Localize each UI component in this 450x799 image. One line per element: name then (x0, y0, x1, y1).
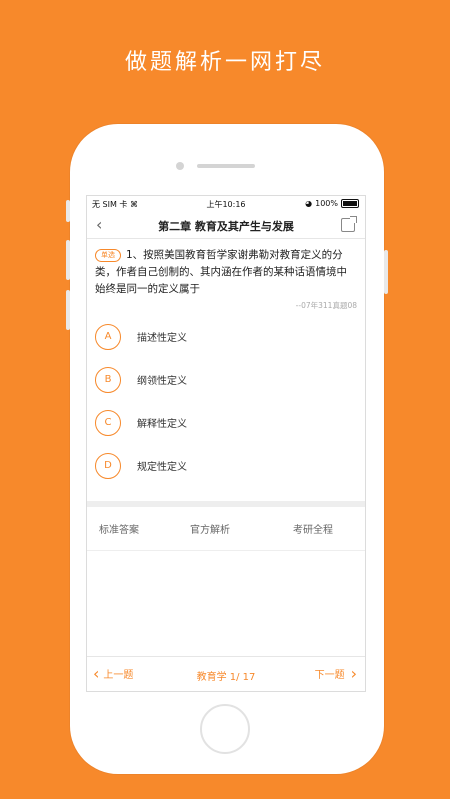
power-button (384, 250, 388, 294)
option-c[interactable]: C 解释性定义 (87, 401, 365, 444)
option-b[interactable]: B 纲领性定义 (87, 358, 365, 401)
share-icon[interactable] (341, 216, 357, 232)
question-source: --07年311真题08 (295, 301, 357, 310)
battery-percent: 100% (315, 199, 338, 208)
answer-tabs: 标准答案 官方解析 考研全程 (87, 507, 365, 551)
question-text-block: 单选 1、按照美国教育哲学家谢弗勒对教育定义的分类，作者自己创制的、其内涵在作者的… (87, 239, 365, 298)
option-d[interactable]: D 规定性定义 (87, 444, 365, 487)
battery-status: ◕ 100% (305, 199, 359, 208)
tab-exam-course[interactable]: 考研全程 (293, 521, 333, 536)
bottom-navigation: ‹ 上一题 教育学 1/ 17 下一题 › (87, 656, 365, 691)
question-type-badge: 单选 (95, 249, 121, 262)
nav-bar: ‹ 第二章 教育及其产生与发展 (87, 212, 365, 239)
question-text: 1、按照美国教育哲学家谢弗勒对教育定义的分类，作者自己创制的、其内涵在作者的某种… (95, 249, 347, 295)
front-camera (176, 162, 184, 170)
option-a[interactable]: A 描述性定义 (87, 315, 365, 358)
tab-standard-answer[interactable]: 标准答案 (99, 521, 139, 536)
battery-icon (341, 199, 359, 208)
option-a-text: 描述性定义 (137, 333, 187, 344)
option-b-letter: B (95, 366, 121, 393)
option-c-letter: C (95, 409, 121, 436)
chevron-right-icon: › (350, 663, 357, 683)
option-c-text: 解释性定义 (137, 419, 187, 430)
option-b-text: 纲领性定义 (137, 376, 187, 387)
page-title: 第二章 教育及其产生与发展 (158, 220, 294, 233)
option-d-letter: D (95, 452, 121, 479)
next-label: 下一题 (314, 670, 345, 681)
home-button[interactable] (200, 704, 250, 754)
headline: 做题解析一网打尽 (124, 50, 325, 75)
volume-down-button (66, 290, 70, 330)
alarm-icon: ◕ (305, 199, 313, 208)
option-a-letter: A (95, 323, 121, 350)
next-question-button[interactable]: 下一题 › (314, 663, 357, 683)
mute-switch (66, 200, 70, 222)
app-screen: 无 SIM 卡 ⌘ 上午10:16 ◕ 100% ‹ 第二章 教育及其产生与发展… (86, 195, 366, 692)
status-bar: 无 SIM 卡 ⌘ 上午10:16 ◕ 100% (87, 196, 365, 212)
earpiece-speaker (197, 164, 255, 168)
options-list: A 描述性定义 B 纲领性定义 C 解释性定义 D 规定性定义 (87, 315, 365, 487)
tab-official-analysis[interactable]: 官方解析 (190, 521, 230, 536)
volume-up-button (66, 240, 70, 280)
option-d-text: 规定性定义 (137, 462, 187, 473)
